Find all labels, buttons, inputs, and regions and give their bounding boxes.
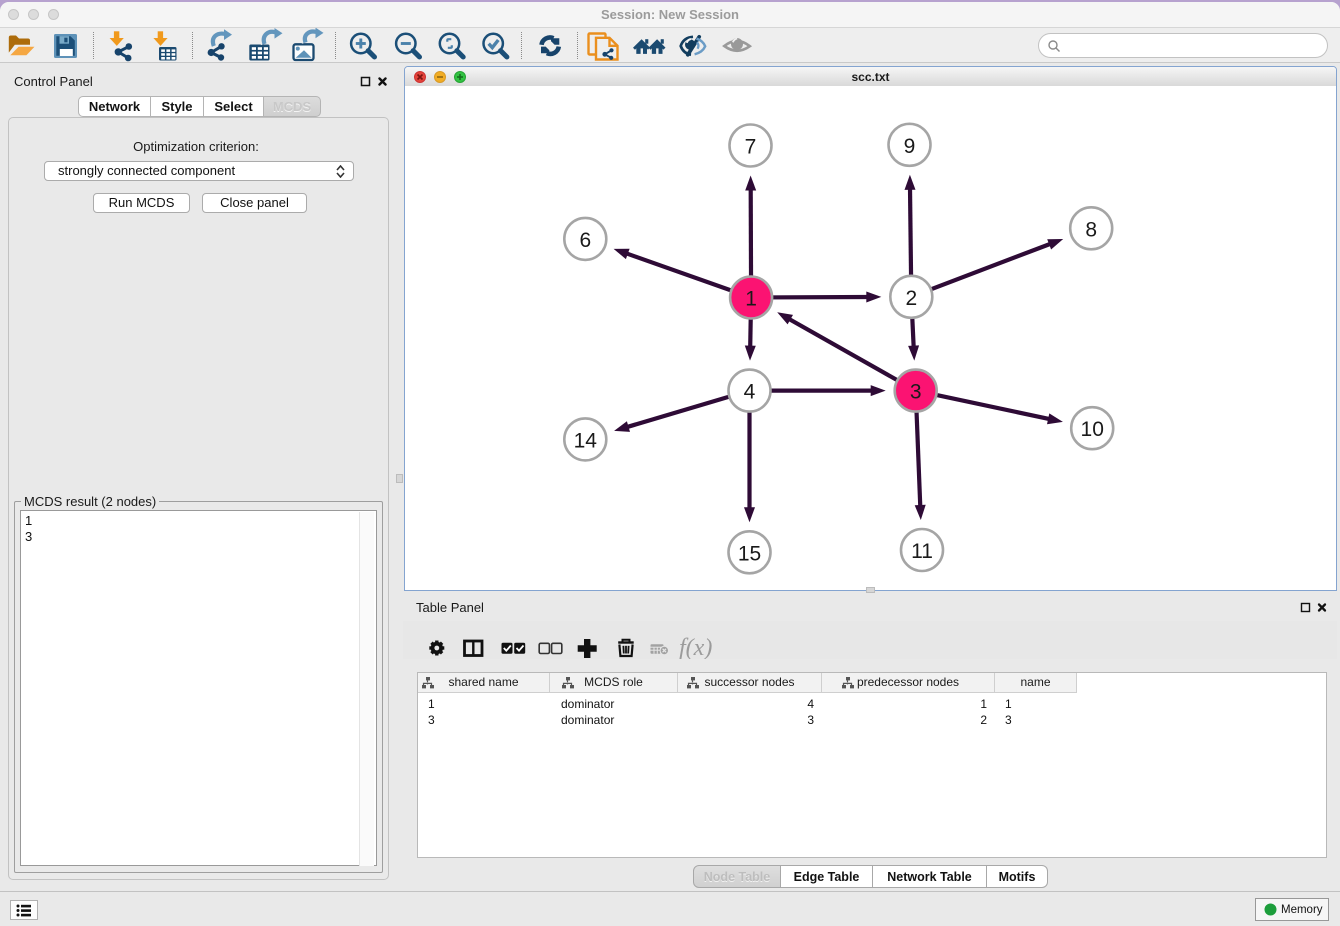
svg-text:15: 15 [738, 542, 761, 565]
svg-text:10: 10 [1081, 418, 1104, 441]
svg-text:f(x): f(x) [679, 635, 712, 659]
svg-text:11: 11 [911, 540, 933, 563]
svg-text:3: 3 [910, 381, 922, 404]
svg-text:14: 14 [574, 429, 598, 452]
svg-text:2: 2 [905, 287, 917, 310]
svg-text:4: 4 [744, 381, 756, 404]
svg-text:8: 8 [1085, 218, 1097, 241]
svg-text:7: 7 [745, 136, 757, 159]
svg-text:9: 9 [904, 135, 916, 158]
svg-text:1: 1 [745, 288, 757, 311]
svg-text:6: 6 [579, 229, 591, 252]
